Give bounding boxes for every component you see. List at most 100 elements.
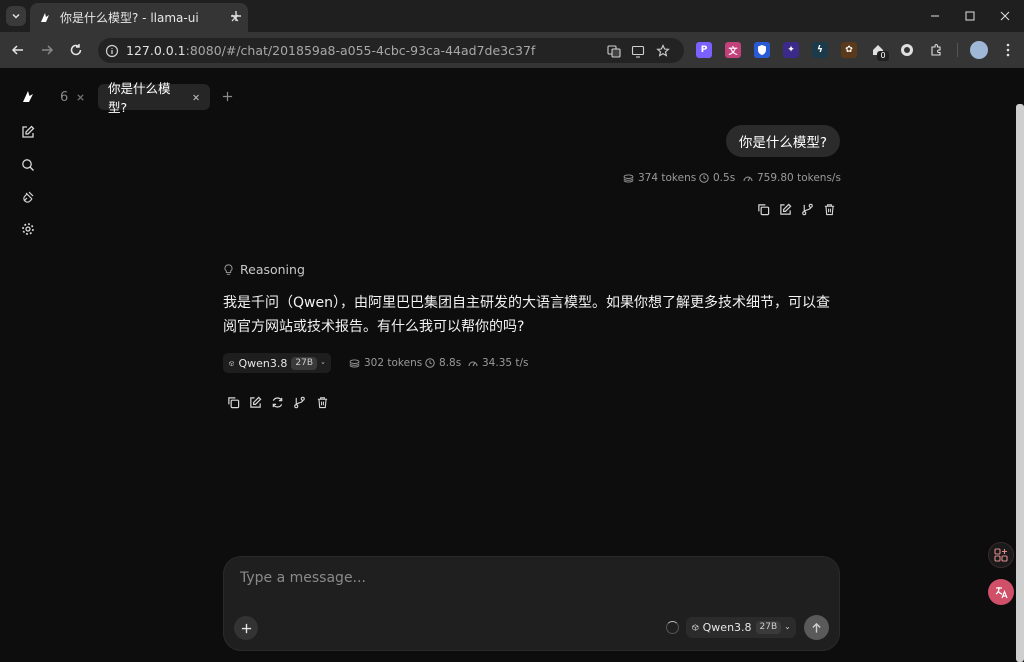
chat-tab-active[interactable]: 你是什么模型? xyxy=(98,81,210,115)
floating-apps-button[interactable] xyxy=(988,542,1014,568)
copy-icon xyxy=(757,203,769,215)
extension-pdf-icon[interactable]: P xyxy=(696,42,712,58)
edit-icon xyxy=(779,203,791,215)
chevron-down-icon xyxy=(321,362,325,364)
bookmark-star-icon[interactable] xyxy=(655,43,671,59)
tools-button[interactable] xyxy=(18,187,38,207)
new-chat-button[interactable] xyxy=(18,122,38,142)
kebab-menu-icon xyxy=(1006,43,1010,57)
git-branch-icon xyxy=(293,396,305,408)
edit-button[interactable] xyxy=(246,393,264,411)
gauge-icon xyxy=(468,361,478,367)
translate-icon[interactable] xyxy=(606,43,622,59)
maximize-icon xyxy=(965,11,975,21)
chevron-down-icon xyxy=(12,13,20,19)
extensions-puzzle-icon[interactable] xyxy=(928,42,944,58)
edit-button[interactable] xyxy=(776,200,794,218)
close-window-button[interactable] xyxy=(988,0,1022,32)
search-button[interactable] xyxy=(18,155,38,175)
profile-avatar[interactable] xyxy=(970,41,988,59)
lightbulb-icon xyxy=(224,263,233,275)
plus-icon xyxy=(222,91,232,101)
user-message-bubble: 你是什么模型? xyxy=(726,125,840,157)
page-scrollbar[interactable] xyxy=(1016,104,1024,662)
gear-icon xyxy=(22,223,34,235)
clock-icon xyxy=(699,173,709,183)
search-icon xyxy=(22,159,34,171)
user-token-stat: 374 tokens xyxy=(623,172,696,184)
loading-spinner-icon xyxy=(666,621,679,634)
reload-button[interactable] xyxy=(66,40,86,60)
close-window-icon xyxy=(1000,11,1010,21)
chat-tab-6[interactable]: 6 xyxy=(60,87,85,107)
url-path: :8080/#/chat/201859a8-a055-4cbc-93ca-44a… xyxy=(185,43,536,58)
back-button[interactable] xyxy=(8,40,28,60)
regenerate-button[interactable] xyxy=(268,393,286,411)
copy-button[interactable] xyxy=(754,200,772,218)
assistant-speed-stat: 34.35 t/s xyxy=(468,357,529,369)
browser-tab[interactable]: 你是什么模型? - llama-ui xyxy=(30,3,248,32)
user-speed: 759.80 tokens/s xyxy=(757,172,841,184)
user-time: 0.5s xyxy=(713,172,736,184)
extension-flower-icon[interactable]: ✿ xyxy=(841,42,857,58)
forward-button[interactable] xyxy=(37,40,57,60)
minimize-icon xyxy=(931,15,939,17)
close-icon[interactable] xyxy=(192,93,200,102)
address-bar[interactable]: 127.0.0.1:8080/#/chat/201859a8-a055-4cbc… xyxy=(98,38,684,63)
extension-circle-icon[interactable] xyxy=(899,42,915,58)
extension-shield-icon[interactable] xyxy=(754,42,770,58)
cast-icon[interactable] xyxy=(630,43,646,59)
reload-icon xyxy=(70,44,82,56)
plus-icon xyxy=(231,11,241,21)
message-input[interactable] xyxy=(240,567,800,589)
cube-icon xyxy=(692,624,699,631)
branch-button[interactable] xyxy=(798,200,816,218)
extension-bolt-icon[interactable]: ϟ xyxy=(812,42,828,58)
tab-search-button[interactable] xyxy=(6,6,26,26)
floating-translate-button[interactable] xyxy=(988,579,1014,605)
apps-sparkle-icon xyxy=(994,548,1008,562)
cube-icon xyxy=(229,360,235,366)
chevron-down-icon xyxy=(785,626,790,629)
assistant-message-text: 我是千问（Qwen），由阿里巴巴集团自主研发的大语言模型。如果你想了解更多技术细… xyxy=(223,295,830,335)
assistant-model-chip[interactable]: Qwen3.8 27B xyxy=(223,353,331,373)
assistant-model-name: Qwen3.8 xyxy=(238,356,288,370)
gauge-icon xyxy=(743,176,753,182)
delete-button[interactable] xyxy=(313,393,331,411)
branch-button[interactable] xyxy=(290,393,308,411)
browser-tab-title: 你是什么模型? - llama-ui xyxy=(60,11,199,25)
assistant-time-stat: 8.8s xyxy=(425,357,461,369)
add-chat-tab-button[interactable] xyxy=(219,87,235,105)
copy-icon xyxy=(227,396,239,408)
extension-badge: 0 xyxy=(877,51,889,61)
new-tab-button[interactable] xyxy=(226,6,246,26)
stack-icon xyxy=(349,358,360,368)
user-speed-stat: 759.80 tokens/s xyxy=(743,172,841,184)
refresh-icon xyxy=(272,396,282,408)
settings-button[interactable] xyxy=(18,219,38,239)
reasoning-toggle[interactable]: Reasoning xyxy=(223,262,305,277)
maximize-button[interactable] xyxy=(953,0,987,32)
close-icon[interactable] xyxy=(76,93,85,102)
chat-tab-label: 你是什么模型? xyxy=(108,81,171,115)
assistant-time: 8.8s xyxy=(439,357,462,369)
edit-icon xyxy=(22,125,35,138)
url-text: 127.0.0.1:8080/#/chat/201859a8-a055-4cbc… xyxy=(126,43,535,58)
composer-model-selector[interactable]: Qwen3.8 27B xyxy=(686,617,796,638)
plus-icon xyxy=(241,623,251,633)
send-button[interactable] xyxy=(804,615,829,640)
user-message-text: 你是什么模型? xyxy=(738,135,828,151)
llama-logo-icon xyxy=(41,12,49,22)
assistant-model-badge: 27B xyxy=(291,356,318,370)
extension-translate-icon[interactable]: 文 xyxy=(725,42,741,58)
app-logo[interactable] xyxy=(18,87,38,107)
copy-button[interactable] xyxy=(224,393,242,411)
minimize-button[interactable] xyxy=(918,0,952,32)
site-info-icon[interactable] xyxy=(104,43,120,59)
extension-sparkle-icon[interactable]: ✦ xyxy=(783,42,799,58)
browser-menu-button[interactable] xyxy=(1000,41,1016,59)
attach-button[interactable] xyxy=(234,616,258,640)
delete-button[interactable] xyxy=(820,200,838,218)
git-branch-icon xyxy=(801,203,813,215)
trash-icon xyxy=(317,396,327,408)
